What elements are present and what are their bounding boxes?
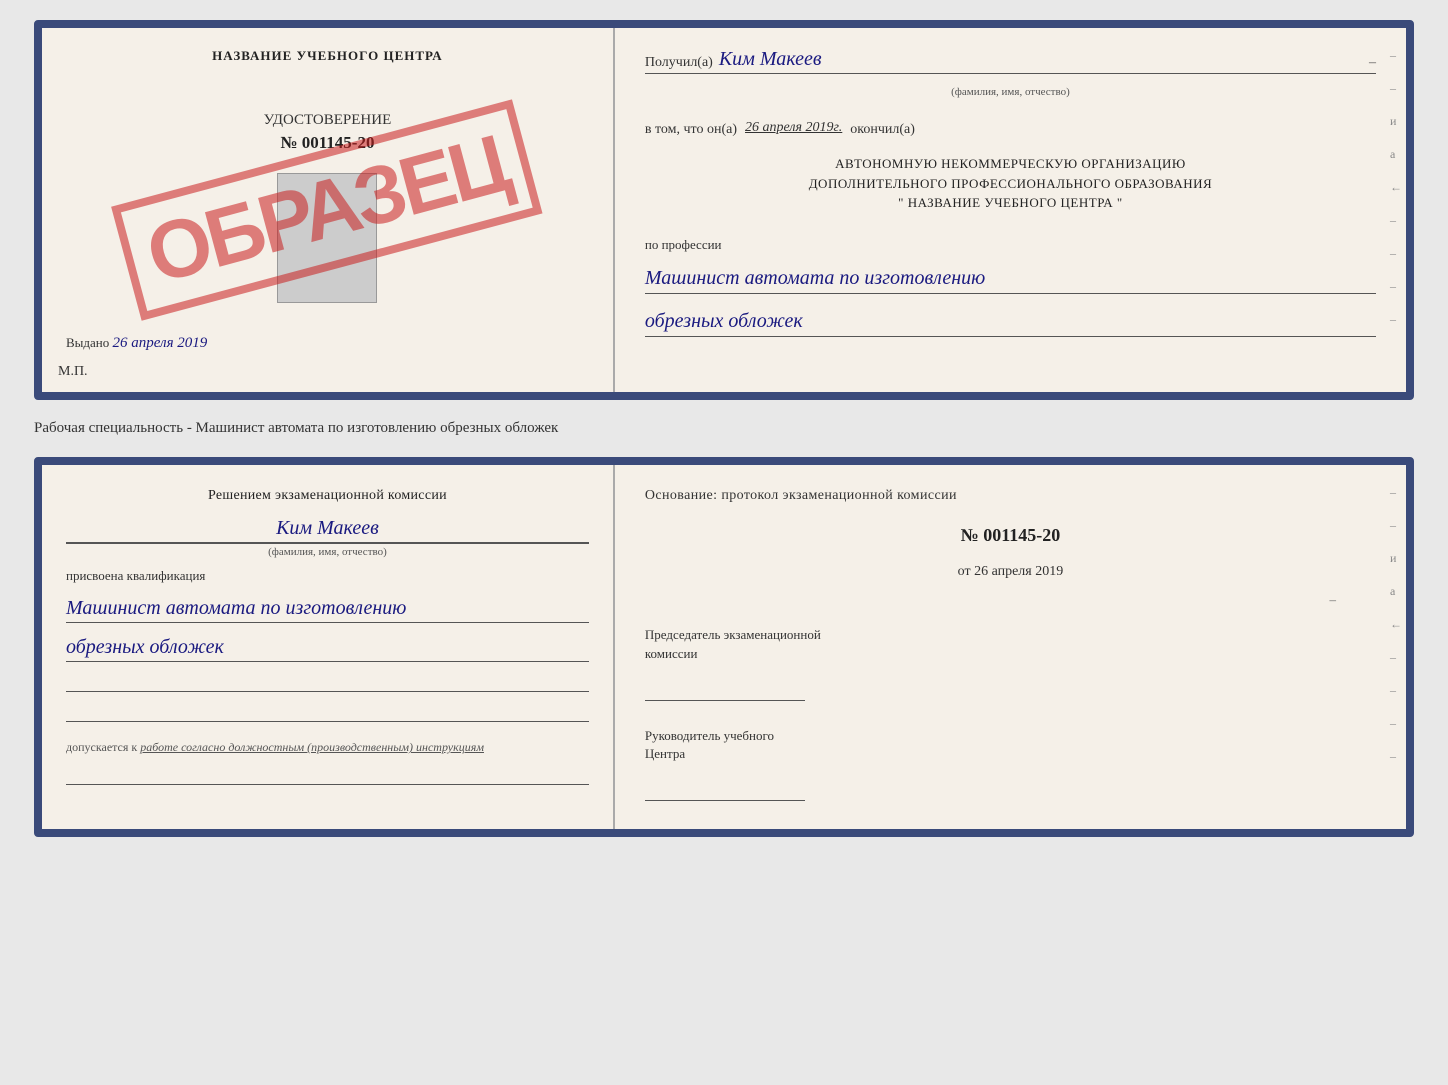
date-prefix: от [958, 564, 971, 579]
dash-after-name: – [1369, 55, 1376, 71]
qualification-label: присвоена квалификация [66, 568, 589, 584]
top-certificate: НАЗВАНИЕ УЧЕБНОГО ЦЕНТРА ОБРАЗЕЦ УДОСТОВ… [34, 20, 1414, 400]
org-line2: ДОПОЛНИТЕЛЬНОГО ПРОФЕССИОНАЛЬНОГО ОБРАЗО… [645, 174, 1376, 194]
person-name-area: Ким Макеев (фамилия, имя, отчество) [66, 517, 589, 558]
document-container: НАЗВАНИЕ УЧЕБНОГО ЦЕНТРА ОБРАЗЕЦ УДОСТОВ… [34, 20, 1414, 837]
protocol-date-value: 26 апреля 2019 [974, 564, 1063, 579]
допускается-prefix: допускается к [66, 740, 137, 754]
допускается-text: допускается к работе согласно должностны… [66, 740, 589, 755]
profession-line1: Машинист автомата по изготовлению [645, 267, 985, 289]
qualification-line1: Машинист автомата по изготовлению [66, 594, 589, 623]
director-line2: Центра [645, 745, 1376, 763]
profession-label: по профессии [645, 237, 1376, 253]
completed-label: окончил(а) [850, 122, 915, 138]
director-signature [645, 777, 805, 801]
fio-label-bottom: (фамилия, имя, отчество) [66, 543, 589, 558]
foundation-text: Основание: протокол экзаменационной коми… [645, 485, 1376, 507]
separator-text: Рабочая специальность - Машинист автомат… [34, 416, 1414, 441]
photo-placeholder [277, 173, 377, 303]
fio-label: (фамилия, имя, отчество) [645, 86, 1376, 98]
top-cert-left: НАЗВАНИЕ УЧЕБНОГО ЦЕНТРА ОБРАЗЕЦ УДОСТОВ… [42, 28, 615, 392]
issued-date-value: 26 апреля 2019 [113, 335, 208, 351]
chairman-signature [645, 677, 805, 701]
bottom-cert-right: Основание: протокол экзаменационной коми… [615, 465, 1406, 829]
recipient-name: Ким Макеев [719, 48, 822, 71]
received-prefix: Получил(а) [645, 55, 713, 71]
recipient-row: Получил(а) Ким Макеев – [645, 48, 1376, 74]
issued-date: Выдано 26 апреля 2019 [66, 335, 589, 352]
school-name-top: НАЗВАНИЕ УЧЕБНОГО ЦЕНТРА [212, 48, 443, 64]
director-label: Руководитель учебного Центра [645, 727, 1376, 763]
org-block: АВТОНОМНУЮ НЕКОММЕРЧЕСКУЮ ОРГАНИЗАЦИЮ ДО… [645, 154, 1376, 213]
blank-line-2 [66, 702, 589, 722]
issued-label: Выдано [66, 335, 109, 350]
bottom-cert-left: Решением экзаменационной комиссии Ким Ма… [42, 465, 615, 829]
допускается-italic: работе согласно должностным (производств… [140, 740, 484, 754]
chairman-line2: комиссии [645, 645, 1376, 663]
decision-text: Решением экзаменационной комиссии [66, 485, 589, 507]
chairman-label: Председатель экзаменационной комиссии [645, 626, 1376, 662]
chairman-line1: Председатель экзаменационной [645, 626, 1376, 644]
cert-type-area: УДОСТОВЕРЕНИЕ № 001145-20 [264, 112, 392, 165]
qualification-line2: обрезных обложек [66, 633, 589, 662]
org-school: " НАЗВАНИЕ УЧЕБНОГО ЦЕНТРА " [645, 193, 1376, 213]
protocol-number: № 001145-20 [645, 525, 1376, 546]
right-edge-marks-bottom: – – и а ← – – – – [1390, 485, 1402, 764]
in-that-prefix: в том, что он(а) [645, 122, 737, 138]
mp-label: М.П. [58, 364, 88, 380]
completion-date: 26 апреля 2019г. [745, 120, 842, 136]
top-cert-right: Получил(а) Ким Макеев – (фамилия, имя, о… [615, 28, 1406, 392]
date-dash: – [645, 592, 1376, 608]
person-name-bottom: Ким Макеев [66, 517, 589, 543]
blank-line-1 [66, 672, 589, 692]
cert-number: № 001145-20 [264, 133, 392, 153]
protocol-date: от 26 апреля 2019 [645, 564, 1376, 580]
completion-row: в том, что он(а) 26 апреля 2019г. окончи… [645, 118, 1376, 138]
profession-value: Машинист автомата по изготовлению [645, 265, 1376, 294]
right-edge-marks: – – и а ← – – – – [1390, 48, 1402, 327]
blank-line-3 [66, 765, 589, 785]
school-name-right: НАЗВАНИЕ УЧЕБНОГО ЦЕНТРА [908, 195, 1113, 210]
bottom-certificate: Решением экзаменационной комиссии Ким Ма… [34, 457, 1414, 837]
director-line1: Руководитель учебного [645, 727, 1376, 745]
profession-value2: обрезных обложек [645, 308, 1376, 337]
org-line1: АВТОНОМНУЮ НЕКОММЕРЧЕСКУЮ ОРГАНИЗАЦИЮ [645, 154, 1376, 174]
cert-type-label: УДОСТОВЕРЕНИЕ [264, 112, 392, 129]
